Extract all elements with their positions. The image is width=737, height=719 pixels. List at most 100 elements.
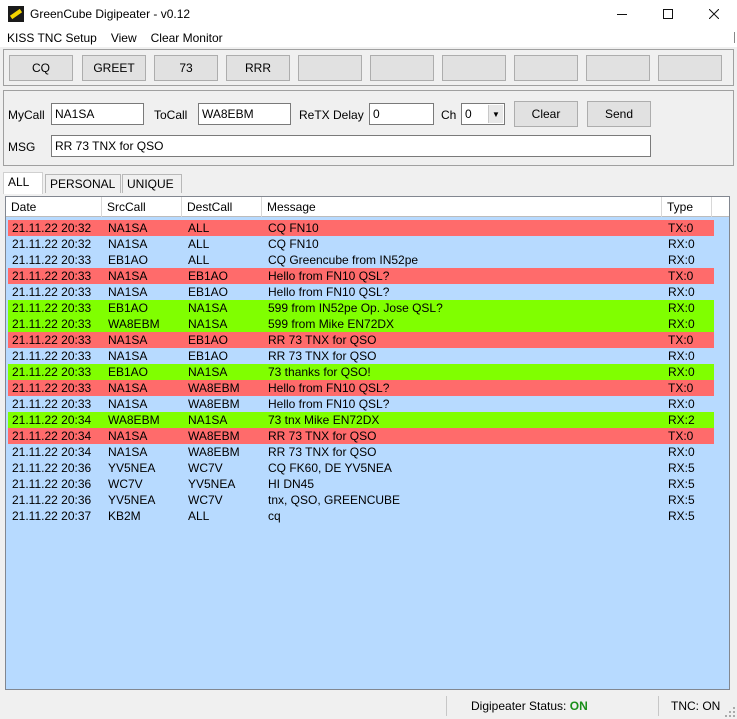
mycall-label: MyCall — [8, 108, 45, 122]
quick-button-greet[interactable]: GREET — [82, 55, 146, 81]
menu-clear-monitor[interactable]: Clear Monitor — [148, 31, 228, 45]
tocall-label: ToCall — [154, 108, 188, 122]
cell-srccall: YV5NEA — [108, 493, 156, 507]
quick-button-6[interactable] — [370, 55, 434, 81]
cell-srccall: NA1SA — [108, 333, 148, 347]
cell-type: TX:0 — [668, 269, 694, 283]
cell-date: 21.11.22 20:33 — [12, 397, 92, 411]
mycall-input[interactable]: NA1SA — [51, 103, 144, 125]
cell-srccall: NA1SA — [108, 349, 148, 363]
close-icon[interactable] — [691, 0, 737, 28]
message-list[interactable]: Date SrcCall DestCall Message Type 21.11… — [5, 196, 730, 690]
table-row[interactable]: 21.11.22 20:34 NA1SA WA8EBM RR 73 TNX for Q… — [8, 444, 714, 460]
column-header-type[interactable]: Type — [662, 197, 712, 217]
channel-value: 0 — [465, 107, 472, 121]
table-row[interactable]: 21.11.22 20:34 NA1SA WA8EBM RR 73 TNX for Q… — [8, 428, 714, 444]
tab-personal[interactable]: PERSONAL — [45, 174, 121, 193]
table-row[interactable]: 21.11.22 20:36 YV5NEA WC7V tnx, QSO, GREENC… — [8, 492, 714, 508]
app-logo-icon — [8, 6, 24, 22]
cell-message: RR 73 TNX for QSO — [268, 349, 377, 363]
cell-type: TX:0 — [668, 429, 694, 443]
table-row[interactable]: 21.11.22 20:33 NA1SA EB1AO Hello from FN10 … — [8, 284, 714, 300]
quick-button-8[interactable] — [514, 55, 578, 81]
quick-button-10[interactable] — [658, 55, 722, 81]
cell-destcall: ALL — [188, 221, 210, 235]
cell-message: 73 thanks for QSO! — [268, 365, 371, 379]
table-row[interactable]: 21.11.22 20:33 NA1SA WA8EBM Hello from FN10… — [8, 396, 714, 412]
cell-type: RX:0 — [668, 445, 695, 459]
quick-button-9[interactable] — [586, 55, 650, 81]
cell-srccall: NA1SA — [108, 397, 148, 411]
table-row[interactable]: 21.11.22 20:33 EB1AO NA1SA 73 thanks for QS… — [8, 364, 714, 380]
channel-select[interactable]: 0 ▼ — [461, 103, 505, 125]
column-header-date[interactable]: Date — [6, 197, 102, 217]
digipeater-status-label: Digipeater Status: — [471, 699, 567, 713]
table-row[interactable]: 21.11.22 20:33 EB1AO ALL CQ Greencube from … — [8, 252, 714, 268]
table-row[interactable]: 21.11.22 20:34 WA8EBM NA1SA 73 tnx Mike EN7… — [8, 412, 714, 428]
menu-kiss-tnc-setup[interactable]: KISS TNC Setup — [4, 31, 102, 45]
menu-view[interactable]: View — [108, 31, 142, 45]
cell-date: 21.11.22 20:32 — [12, 237, 92, 251]
quick-button-73[interactable]: 73 — [154, 55, 218, 81]
cell-date: 21.11.22 20:34 — [12, 413, 92, 427]
cell-srccall: EB1AO — [108, 365, 149, 379]
table-row[interactable]: 21.11.22 20:33 NA1SA WA8EBM Hello from FN10… — [8, 380, 714, 396]
list-rows: 21.11.22 20:32 NA1SA ALL CQ FN10 TX:0 21.11.2… — [8, 220, 714, 524]
cell-date: 21.11.22 20:33 — [12, 381, 92, 395]
table-row[interactable]: 21.11.22 20:33 NA1SA EB1AO Hello from FN10 … — [8, 268, 714, 284]
minimize-icon[interactable] — [599, 0, 645, 28]
message-form-panel: MyCall NA1SA ToCall WA8EBM ReTX Delay 0 … — [3, 90, 734, 166]
cell-srccall: WC7V — [108, 477, 143, 491]
title-bar: GreenCube Digipeater - v0.12 — [0, 0, 737, 28]
cell-date: 21.11.22 20:33 — [12, 333, 92, 347]
table-row[interactable]: 21.11.22 20:36 WC7V YV5NEA HI DN45 RX:5 — [8, 476, 714, 492]
cell-destcall: NA1SA — [188, 365, 228, 379]
table-row[interactable]: 21.11.22 20:33 EB1AO NA1SA 599 from IN52pe … — [8, 300, 714, 316]
cell-message: 599 from Mike EN72DX — [268, 317, 395, 331]
table-row[interactable]: 21.11.22 20:32 NA1SA ALL CQ FN10 RX:0 — [8, 236, 714, 252]
cell-srccall: NA1SA — [108, 269, 148, 283]
cell-type: TX:0 — [668, 221, 694, 235]
cell-type: RX:0 — [668, 237, 695, 251]
message-input[interactable]: RR 73 TNX for QSO — [51, 135, 651, 157]
table-row[interactable]: 21.11.22 20:33 NA1SA EB1AO RR 73 TNX for QS… — [8, 332, 714, 348]
chevron-down-icon[interactable]: ▼ — [488, 105, 503, 123]
cell-date: 21.11.22 20:36 — [12, 477, 92, 491]
resize-grip-icon[interactable] — [725, 707, 735, 717]
menu-divider — [734, 32, 735, 43]
cell-date: 21.11.22 20:36 — [12, 461, 92, 475]
table-row[interactable]: 21.11.22 20:37 KB2M ALL cq RX:5 — [8, 508, 714, 524]
tocall-input[interactable]: WA8EBM — [198, 103, 291, 125]
table-row[interactable]: 21.11.22 20:33 WA8EBM NA1SA 599 from Mike E… — [8, 316, 714, 332]
cell-type: RX:0 — [668, 285, 695, 299]
table-row[interactable]: 21.11.22 20:36 YV5NEA WC7V CQ FK60, DE YV5N… — [8, 460, 714, 476]
cell-type: RX:5 — [668, 493, 695, 507]
cell-destcall: WA8EBM — [188, 397, 240, 411]
retx-delay-input[interactable]: 0 — [369, 103, 434, 125]
cell-message: Hello from FN10 QSL? — [268, 285, 390, 299]
quick-button-7[interactable] — [442, 55, 506, 81]
tab-unique[interactable]: UNIQUE — [122, 174, 182, 193]
status-divider — [446, 696, 447, 716]
quick-button-rrr[interactable]: RRR — [226, 55, 290, 81]
clear-button[interactable]: Clear — [514, 101, 578, 127]
cell-srccall: EB1AO — [108, 301, 149, 315]
channel-label: Ch — [441, 108, 457, 122]
quick-button-5[interactable] — [298, 55, 362, 81]
digipeater-status: Digipeater Status: ON — [471, 699, 588, 713]
cell-type: RX:0 — [668, 317, 695, 331]
cell-type: RX:2 — [668, 413, 695, 427]
cell-destcall: YV5NEA — [188, 477, 236, 491]
maximize-icon[interactable] — [645, 0, 691, 28]
column-header-srccall[interactable]: SrcCall — [102, 197, 182, 217]
column-header-message[interactable]: Message — [262, 197, 662, 217]
quick-button-cq[interactable]: CQ — [9, 55, 73, 81]
table-row[interactable]: 21.11.22 20:32 NA1SA ALL CQ FN10 TX:0 — [8, 220, 714, 236]
column-header-destcall[interactable]: DestCall — [182, 197, 262, 217]
send-button[interactable]: Send — [587, 101, 651, 127]
cell-date: 21.11.22 20:37 — [12, 509, 92, 523]
cell-type: TX:0 — [668, 333, 694, 347]
tab-all[interactable]: ALL — [3, 172, 43, 194]
table-row[interactable]: 21.11.22 20:33 NA1SA EB1AO RR 73 TNX for QS… — [8, 348, 714, 364]
msg-label: MSG — [8, 140, 36, 154]
